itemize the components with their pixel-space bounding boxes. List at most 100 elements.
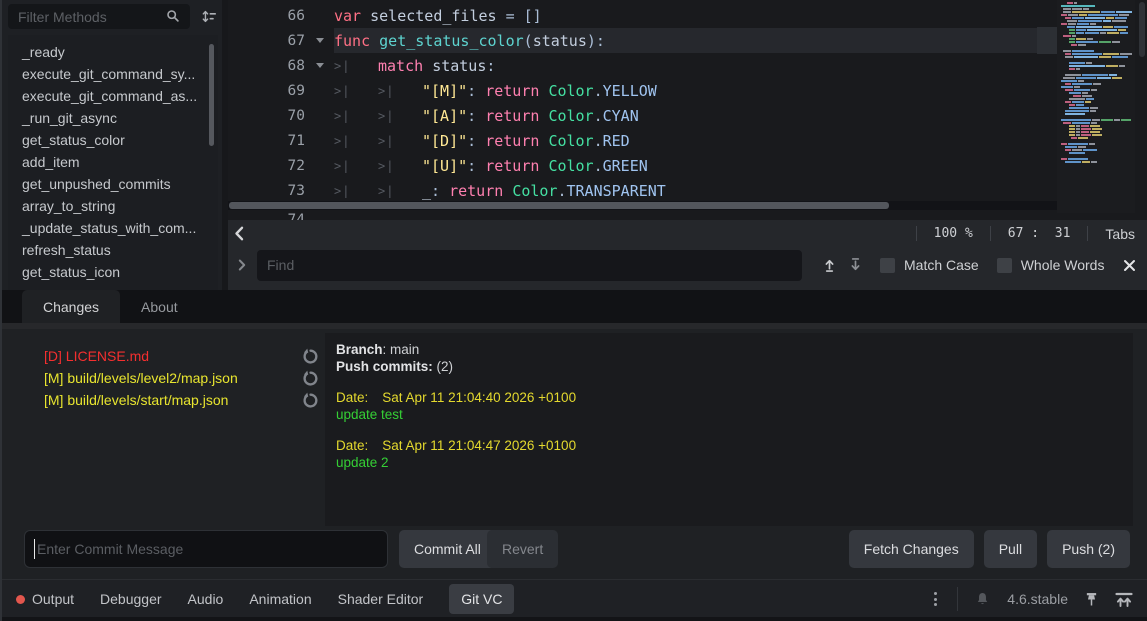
minimap-segment (1097, 77, 1111, 79)
code-line[interactable]: 71>|>|"[D]": return Color.RED (228, 128, 1057, 153)
pull-button[interactable]: Pull (984, 530, 1037, 568)
code-line[interactable]: 69>|>|"[M]": return Color.YELLOW (228, 78, 1057, 103)
revert-file-button[interactable] (302, 348, 320, 365)
minimap-segment (1069, 92, 1081, 94)
changed-file-row[interactable]: [M] build/levels/start/map.json (24, 389, 320, 411)
minimap-segment (1061, 86, 1073, 88)
bottom-tab-audio[interactable]: Audio (188, 584, 224, 614)
minimap-segment (1061, 14, 1067, 16)
bottom-tab-debugger[interactable]: Debugger (100, 584, 162, 614)
method-list: _readyexecute_git_command_sy...execute_g… (8, 35, 218, 292)
minimap-row (1069, 98, 1135, 100)
chevron-down-icon (316, 63, 324, 68)
code-line[interactable]: 67func get_status_color(status): (228, 28, 1057, 53)
method-list-item[interactable]: _update_status_with_com... (8, 217, 218, 239)
code-token: status (432, 57, 486, 75)
zoom-level[interactable]: 100 % (917, 226, 990, 241)
horizontal-scrollbar[interactable] (228, 201, 1057, 210)
close-find-bar-button[interactable] (1123, 259, 1136, 272)
code-line[interactable]: 70>|>|"[A]": return Color.CYAN (228, 103, 1057, 128)
fold-toggle[interactable] (305, 38, 334, 43)
bottom-tab-git-vc[interactable]: Git VC (449, 584, 514, 614)
bottom-tab-animation[interactable]: Animation (249, 584, 311, 614)
changed-file-label: [M] build/levels/start/map.json (24, 392, 302, 408)
minimap-segment (1076, 104, 1084, 106)
minimap-segment (1107, 32, 1119, 34)
push-button[interactable]: Push (2) (1047, 530, 1130, 568)
whole-words-option[interactable]: Whole Words (997, 257, 1105, 273)
pin-panel-icon[interactable] (1085, 591, 1098, 607)
text-caret (34, 539, 35, 559)
tab-changes[interactable]: Changes (22, 290, 120, 323)
code-minimap[interactable] (1057, 0, 1135, 213)
vertical-scrollbar-thumb[interactable] (1139, 2, 1145, 57)
engine-version[interactable]: 4.6.stable (1007, 591, 1068, 607)
method-list-item[interactable]: refresh_status (8, 239, 218, 261)
indent-mode[interactable]: Tabs (1088, 226, 1137, 242)
fetch-changes-button[interactable]: Fetch Changes (849, 530, 974, 568)
code-line[interactable]: 72>|>|"[U]": return Color.GREEN (228, 153, 1057, 178)
notifications-bell-icon[interactable] (975, 591, 990, 607)
minimap-segment (1069, 29, 1075, 31)
tab-about[interactable]: About (120, 290, 199, 323)
changed-file-row[interactable]: [M] build/levels/level2/map.json (24, 367, 320, 389)
revert-file-button[interactable] (302, 370, 320, 387)
code-editor[interactable]: 66var selected_files = []67func get_stat… (228, 0, 1147, 220)
minimap-segment (1120, 53, 1132, 55)
expand-find-options-button[interactable] (238, 259, 246, 271)
minimap-segment (1076, 125, 1080, 127)
method-list-item[interactable]: get_status_icon (8, 261, 218, 283)
minimap-segment (1065, 146, 1077, 148)
code-line[interactable]: 66var selected_files = [] (228, 3, 1057, 28)
code-line[interactable]: 73>|>|_: return Color.TRANSPARENT (228, 178, 1057, 203)
bottom-tab-shader-editor[interactable]: Shader Editor (338, 584, 424, 614)
minimap-segment (1061, 80, 1077, 82)
minimap-segment (1065, 53, 1071, 55)
method-list-item[interactable]: execute_git_command_sy... (8, 63, 218, 85)
minimap-row (1069, 128, 1135, 130)
method-list-item[interactable]: get_unpushed_commits (8, 173, 218, 195)
match-case-checkbox[interactable] (880, 258, 895, 273)
match-case-option[interactable]: Match Case (880, 257, 979, 273)
sort-methods-button[interactable] (195, 3, 222, 30)
minimap-segment (1078, 44, 1086, 46)
fold-toggle[interactable] (305, 63, 334, 68)
method-list-item[interactable]: array_to_string (8, 195, 218, 217)
minimap-row (1057, 116, 1135, 118)
method-list-item[interactable]: _run_git_async (8, 107, 218, 129)
commit-message-input[interactable] (24, 530, 388, 568)
revert-button[interactable]: Revert (487, 530, 558, 568)
filter-methods-input[interactable] (8, 4, 190, 29)
horizontal-scrollbar-thumb[interactable] (229, 202, 889, 209)
find-previous-button[interactable] (823, 257, 836, 273)
method-list-item[interactable]: _ready (8, 41, 218, 63)
expand-panel-icon[interactable] (1115, 592, 1133, 607)
method-list-item[interactable]: add_item (8, 151, 218, 173)
changed-file-row[interactable]: [D] LICENSE.md (24, 345, 320, 367)
whole-words-checkbox[interactable] (997, 258, 1012, 273)
code-line[interactable]: 68>|match status: (228, 53, 1057, 78)
revert-file-button[interactable] (302, 392, 320, 409)
code-token: func (334, 32, 379, 50)
minimap-viewport[interactable] (1037, 27, 1057, 54)
find-input[interactable] (257, 250, 802, 281)
minimap-segment (1077, 23, 1089, 25)
find-next-button[interactable] (849, 257, 862, 273)
minimap-segment (1069, 68, 1075, 70)
bottom-tab-output[interactable]: Output (16, 584, 74, 614)
method-list-item[interactable]: execute_git_command_as... (8, 85, 218, 107)
minimap-segment (1065, 17, 1071, 19)
minimap-row (1065, 89, 1135, 91)
minimap-segment (1063, 122, 1071, 124)
commit-all-button[interactable]: Commit All (399, 530, 496, 568)
panel-menu-button[interactable] (931, 592, 940, 606)
tab-indent-marker: >| (334, 109, 378, 123)
method-list-scrollbar[interactable] (209, 44, 214, 146)
collapse-scripts-panel-button[interactable] (234, 226, 244, 241)
vertical-scrollbar[interactable] (1137, 0, 1147, 213)
minimap-segment (1103, 26, 1113, 28)
minimap-segment (1072, 35, 1076, 37)
code-token: ): (587, 32, 605, 50)
method-list-item[interactable]: get_status_color (8, 129, 218, 151)
minimap-segment (1112, 77, 1122, 79)
